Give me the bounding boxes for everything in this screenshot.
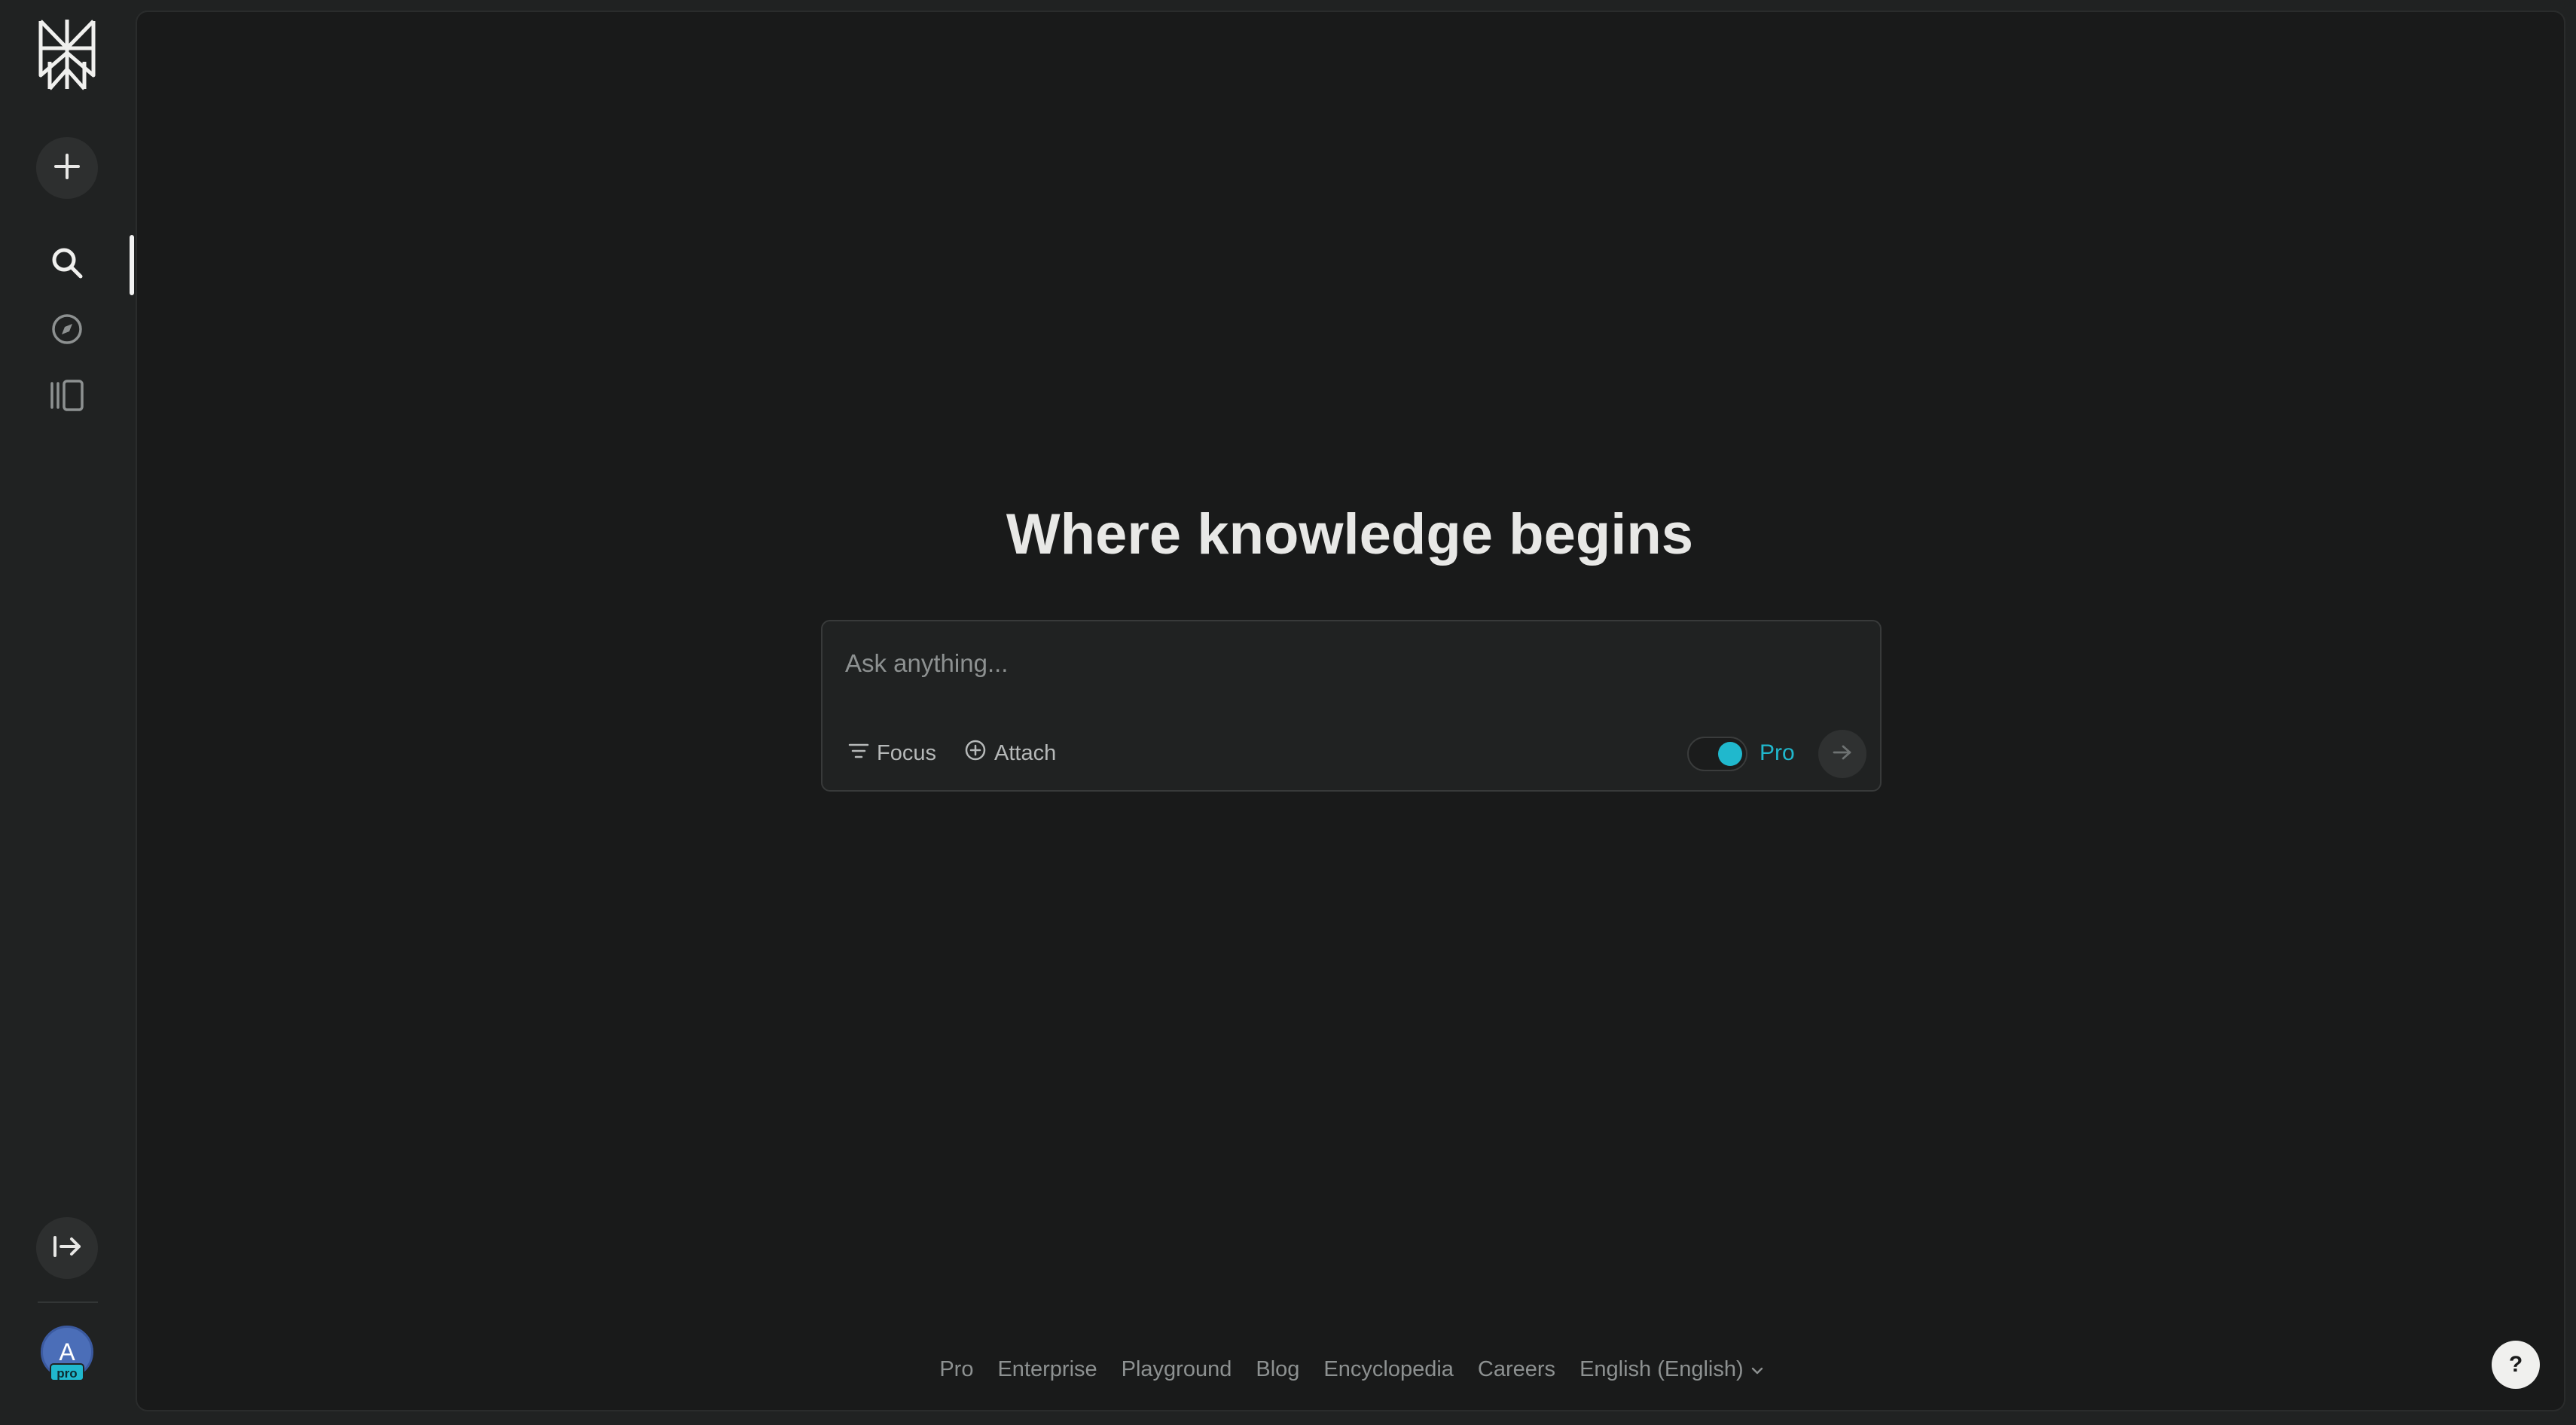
new-thread-button[interactable] [36, 137, 98, 199]
search-input[interactable] [845, 641, 1854, 686]
plus-icon [53, 152, 81, 185]
footer-link-playground[interactable]: Playground [1122, 1357, 1232, 1382]
collapse-sidebar-button[interactable] [36, 1217, 98, 1279]
perplexity-logo-icon[interactable] [33, 17, 101, 92]
sidebar: A pro [0, 0, 136, 1425]
submit-button[interactable] [1818, 730, 1866, 778]
sidebar-item-library[interactable] [41, 371, 93, 423]
nav-active-indicator [130, 235, 134, 295]
ask-box: Focus Attach Pro [821, 620, 1882, 792]
plus-circle-icon [964, 739, 987, 767]
focus-label: Focus [877, 740, 936, 765]
language-select[interactable]: English (English) [1579, 1357, 1765, 1382]
footer-links: Pro Enterprise Playground Blog Encyclope… [137, 1357, 2567, 1382]
footer-link-encyclopedia[interactable]: Encyclopedia [1323, 1357, 1454, 1382]
library-icon [49, 379, 85, 416]
chevron-down-icon [1750, 1357, 1765, 1382]
toggle-knob [1718, 742, 1742, 766]
footer-link-blog[interactable]: Blog [1256, 1357, 1299, 1382]
pro-toggle[interactable] [1687, 737, 1747, 771]
sidebar-item-discover[interactable] [41, 304, 93, 357]
focus-button[interactable]: Focus [848, 734, 936, 772]
sidebar-item-home[interactable] [41, 238, 93, 291]
page-title: Where knowledge begins [1006, 502, 1694, 566]
search-icon [50, 246, 84, 283]
main-panel: Where knowledge begins Focus Attach [136, 11, 2565, 1411]
attach-button[interactable]: Attach [964, 734, 1056, 772]
pro-label[interactable]: Pro [1760, 740, 1795, 766]
sidebar-divider [38, 1301, 98, 1303]
filter-icon [848, 741, 869, 766]
avatar-initial: A [59, 1338, 75, 1365]
question-mark-icon: ? [2508, 1352, 2523, 1377]
help-button[interactable]: ? [2492, 1341, 2540, 1389]
footer-link-pro[interactable]: Pro [939, 1357, 973, 1382]
pro-badge: pro [50, 1363, 84, 1381]
attach-label: Attach [994, 740, 1057, 765]
footer-link-enterprise[interactable]: Enterprise [997, 1357, 1097, 1382]
language-label: English (English) [1579, 1357, 1744, 1381]
app-window: A pro Where knowledge begins Focus [0, 0, 2576, 1425]
arrow-right-icon [1832, 743, 1853, 765]
expand-arrow-icon [52, 1234, 82, 1262]
compass-icon [50, 313, 84, 349]
footer-link-careers[interactable]: Careers [1478, 1357, 1555, 1382]
